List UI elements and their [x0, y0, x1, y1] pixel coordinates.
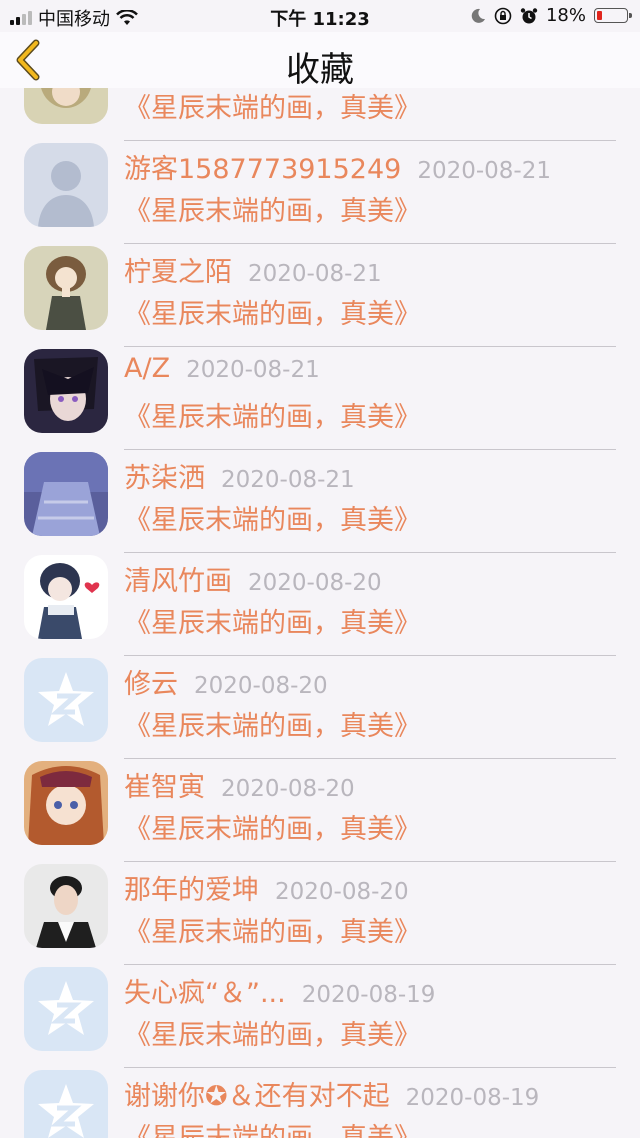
favorite-row[interactable]: 那年的爱坤 2020-08-20 《星辰末端的画，真美》	[0, 862, 640, 965]
favorite-header: 失心疯“＆”... 2020-08-19	[124, 971, 435, 1010]
favorite-row[interactable]: 谢谢你✪＆还有对不起 2020-08-19 《星辰末端的画，真美》	[0, 1068, 640, 1138]
favorite-header: 苏柒洒 2020-08-21	[124, 456, 355, 495]
status-right: 18%	[470, 5, 632, 26]
avatar[interactable]	[24, 864, 108, 948]
status-bar: 中国移动 下午 11:23 18%	[0, 0, 640, 32]
avatar[interactable]	[24, 761, 108, 845]
avatar[interactable]	[24, 349, 108, 433]
user-name[interactable]: A/Z	[124, 353, 170, 384]
favorite-message: 《星辰末端的画，真美》	[124, 608, 421, 639]
favorite-row[interactable]: A/Z 2020-08-21 《星辰末端的画，真美》	[0, 347, 640, 450]
user-name[interactable]: 崔智寅	[124, 772, 205, 803]
favorite-row[interactable]: 失心疯“＆”... 2020-08-19 《星辰末端的画，真美》	[0, 965, 640, 1068]
battery-fill	[597, 11, 602, 20]
avatar[interactable]	[24, 967, 108, 1051]
favorite-message: 《星辰末端的画，真美》	[124, 299, 421, 330]
favorite-header: A/Z 2020-08-21	[124, 353, 320, 384]
favorite-date: 2020-08-20	[221, 776, 355, 802]
avatar[interactable]	[24, 452, 108, 536]
favorite-date: 2020-08-19	[301, 982, 436, 1008]
favorites-list: 《星辰末端的画，真美》 游客1587773915249 2020-08-21 《星辰…	[0, 88, 640, 1138]
favorite-header: 清风竹画 2020-08-20	[124, 559, 382, 598]
nav-bar: 收藏	[0, 32, 640, 90]
user-name[interactable]: 清风竹画	[124, 566, 232, 597]
favorite-message: 《星辰末端的画，真美》	[124, 93, 421, 124]
favorite-date: 2020-08-21	[221, 467, 355, 493]
favorite-message: 《星辰末端的画，真美》	[124, 917, 421, 948]
user-name[interactable]: 那年的爱坤	[124, 875, 259, 906]
favorite-date: 2020-08-20	[248, 570, 382, 596]
avatar[interactable]	[24, 1070, 108, 1138]
user-name[interactable]: 失心疯“＆”...	[124, 978, 286, 1009]
avatar[interactable]	[24, 658, 108, 742]
user-name[interactable]: 柠夏之陌	[124, 257, 232, 288]
orientation-lock-icon	[494, 7, 512, 24]
favorite-message: 《星辰末端的画，真美》	[124, 402, 421, 433]
favorite-row[interactable]: 柠夏之陌 2020-08-21 《星辰末端的画，真美》	[0, 244, 640, 347]
favorite-date: 2020-08-21	[186, 357, 320, 383]
favorite-date: 2020-08-20	[275, 879, 409, 905]
favorite-message: 《星辰末端的画，真美》	[124, 711, 421, 742]
favorite-header: 游客1587773915249 2020-08-21	[124, 147, 551, 186]
user-name[interactable]: 苏柒洒	[124, 463, 205, 494]
avatar[interactable]	[24, 555, 108, 639]
battery-icon	[594, 8, 632, 23]
avatar[interactable]	[24, 143, 108, 227]
favorite-message: 《星辰末端的画，真美》	[124, 505, 421, 536]
avatar[interactable]	[24, 246, 108, 330]
avatar[interactable]	[24, 88, 108, 124]
favorite-date: 2020-08-21	[417, 158, 551, 184]
favorite-date: 2020-08-21	[248, 261, 382, 287]
favorite-message: 《星辰末端的画，真美》	[124, 814, 421, 845]
favorite-header: 谢谢你✪＆还有对不起 2020-08-19	[124, 1074, 539, 1113]
favorite-header: 崔智寅 2020-08-20	[124, 765, 355, 804]
battery-percent: 18%	[545, 5, 586, 26]
favorite-row[interactable]: 苏柒洒 2020-08-21 《星辰末端的画，真美》	[0, 450, 640, 553]
user-name[interactable]: 谢谢你✪＆还有对不起	[124, 1081, 390, 1112]
favorite-row[interactable]: 游客1587773915249 2020-08-21 《星辰末端的画，真美》	[0, 141, 640, 244]
favorite-header: 那年的爱坤 2020-08-20	[124, 868, 409, 907]
user-name[interactable]: 游客1587773915249	[124, 154, 401, 185]
favorite-header: 柠夏之陌 2020-08-21	[124, 250, 382, 289]
alarm-icon	[520, 7, 538, 23]
favorite-message: 《星辰末端的画，真美》	[124, 1020, 421, 1051]
favorite-row[interactable]: 崔智寅 2020-08-20 《星辰末端的画，真美》	[0, 759, 640, 862]
favorite-message: 《星辰末端的画，真美》	[124, 1116, 421, 1138]
favorite-row[interactable]: 《星辰末端的画，真美》	[0, 88, 640, 141]
favorite-row[interactable]: 清风竹画 2020-08-20 《星辰末端的画，真美》	[0, 553, 640, 656]
page-title: 收藏	[286, 50, 354, 90]
user-name[interactable]: 修云	[124, 669, 178, 700]
favorite-date: 2020-08-19	[405, 1085, 540, 1111]
favorite-header: 修云 2020-08-20	[124, 662, 328, 701]
moon-icon	[471, 8, 485, 23]
favorite-message: 《星辰末端的画，真美》	[124, 196, 421, 227]
favorite-date: 2020-08-20	[194, 673, 328, 699]
favorite-row[interactable]: 修云 2020-08-20 《星辰末端的画，真美》	[0, 656, 640, 759]
